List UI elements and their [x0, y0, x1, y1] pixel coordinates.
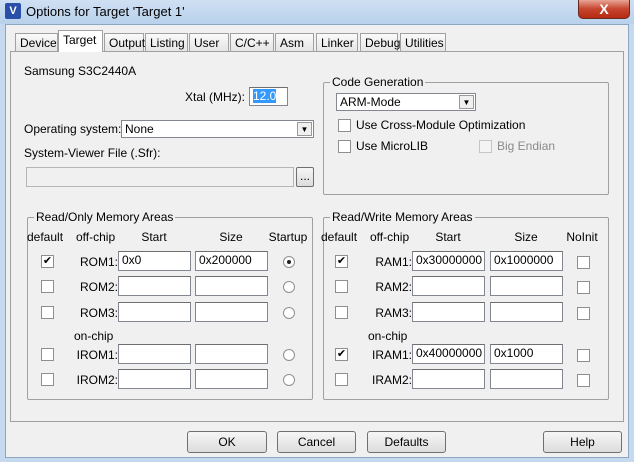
tab-output[interactable]: Output [104, 33, 145, 51]
irom1-default-checkbox[interactable] [41, 348, 54, 361]
header-start: Start [141, 230, 167, 244]
big-endian-label: Big Endian [497, 139, 556, 153]
iram1-label: IRAM1: [371, 348, 412, 362]
irom1-startup-radio[interactable] [283, 349, 295, 361]
rom2-size-input[interactable] [195, 276, 268, 296]
irom1-size-input[interactable] [195, 344, 268, 364]
rom-memory-title: Read/Only Memory Areas [34, 210, 176, 224]
ram2-noinit-checkbox[interactable] [577, 281, 590, 294]
header-start: Start [435, 230, 461, 244]
rom3-startup-radio[interactable] [283, 307, 295, 319]
header-default: default [27, 230, 64, 244]
cross-module-label: Use Cross-Module Optimization [356, 118, 526, 132]
sfr-label: System-Viewer File (.Sfr): [24, 146, 161, 160]
close-button[interactable]: X [578, 0, 630, 19]
header-size: Size [219, 230, 243, 244]
irom2-size-input[interactable] [195, 369, 268, 389]
header-offchip: off-chip [370, 230, 410, 244]
rom2-label: ROM2: [79, 280, 118, 294]
header-size: Size [514, 230, 538, 244]
irom2-start-input[interactable] [118, 369, 191, 389]
irom2-startup-radio[interactable] [283, 374, 295, 386]
ok-button[interactable]: OK [187, 431, 267, 453]
iram2-start-input[interactable] [412, 369, 485, 389]
app-icon: V [5, 3, 21, 19]
ram2-label: RAM2: [375, 280, 412, 294]
ram1-default-checkbox[interactable]: ✔ [335, 255, 348, 268]
rom1-size-input[interactable]: 0x200000 [195, 251, 268, 271]
ram2-start-input[interactable] [412, 276, 485, 296]
ram2-size-input[interactable] [490, 276, 563, 296]
ram1-noinit-checkbox[interactable] [577, 256, 590, 269]
device-name: Samsung S3C2440A [24, 64, 137, 78]
os-label: Operating system: [24, 122, 122, 136]
cancel-button[interactable]: Cancel [277, 431, 356, 453]
rom1-label: ROM1: [79, 255, 118, 269]
rom3-size-input[interactable] [195, 302, 268, 322]
rom1-startup-radio[interactable] [283, 256, 295, 268]
big-endian-checkbox[interactable] [479, 140, 492, 153]
tab-target[interactable]: Target [58, 30, 103, 52]
tab-utilities[interactable]: Utilities [400, 33, 446, 51]
cross-module-checkbox[interactable] [338, 119, 351, 132]
iram2-noinit-checkbox[interactable] [577, 374, 590, 387]
header-onchip: on-chip [74, 329, 114, 343]
rom3-label: ROM3: [79, 306, 118, 320]
iram2-label: IRAM2: [371, 373, 412, 387]
tab-device[interactable]: Device [15, 33, 58, 51]
ram3-size-input[interactable] [490, 302, 563, 322]
tab-asm[interactable]: Asm [275, 33, 314, 51]
xtal-label: Xtal (MHz): [185, 90, 245, 104]
ram3-label: RAM3: [375, 306, 412, 320]
sfr-input[interactable] [26, 167, 294, 187]
chevron-down-icon: ▼ [297, 122, 312, 136]
iram1-start-input[interactable]: 0x40000000 [412, 344, 485, 364]
irom1-start-input[interactable] [118, 344, 191, 364]
rom3-start-input[interactable] [118, 302, 191, 322]
tab-cc[interactable]: C/C++ [230, 33, 274, 51]
tab-user[interactable]: User [189, 33, 229, 51]
iram1-default-checkbox[interactable]: ✔ [335, 348, 348, 361]
microlib-label: Use MicroLIB [356, 139, 429, 153]
help-button[interactable]: Help [543, 431, 622, 453]
tab-listing[interactable]: Listing [145, 33, 188, 51]
iram1-size-input[interactable]: 0x1000 [490, 344, 563, 364]
sfr-browse-button[interactable]: ... [296, 167, 314, 187]
code-mode-select[interactable]: ARM-Mode ▼ [336, 93, 476, 111]
irom2-default-checkbox[interactable] [41, 373, 54, 386]
iram2-size-input[interactable] [490, 369, 563, 389]
rom2-startup-radio[interactable] [283, 281, 295, 293]
rom2-default-checkbox[interactable] [41, 280, 54, 293]
tab-linker[interactable]: Linker [316, 33, 358, 51]
header-noinit: NoInit [566, 230, 598, 244]
defaults-button[interactable]: Defaults [367, 431, 446, 453]
header-offchip: off-chip [76, 230, 116, 244]
ram3-start-input[interactable] [412, 302, 485, 322]
header-default: default [321, 230, 358, 244]
irom1-label: IROM1: [76, 348, 118, 362]
ram1-size-input[interactable]: 0x1000000 [490, 251, 563, 271]
rom2-start-input[interactable] [118, 276, 191, 296]
ram1-label: RAM1: [375, 255, 412, 269]
code-generation-title: Code Generation [330, 75, 426, 89]
irom2-label: IROM2: [76, 373, 118, 387]
rom1-default-checkbox[interactable]: ✔ [41, 255, 54, 268]
header-startup: Startup [268, 230, 308, 244]
header-onchip: on-chip [368, 329, 408, 343]
ram3-default-checkbox[interactable] [335, 306, 348, 319]
chevron-down-icon: ▼ [459, 95, 474, 109]
iram1-noinit-checkbox[interactable] [577, 349, 590, 362]
xtal-input[interactable]: 12.0 [249, 87, 288, 106]
iram2-default-checkbox[interactable] [335, 373, 348, 386]
ram2-default-checkbox[interactable] [335, 280, 348, 293]
microlib-checkbox[interactable] [338, 140, 351, 153]
ram1-start-input[interactable]: 0x30000000 [412, 251, 485, 271]
rom1-start-input[interactable]: 0x0 [118, 251, 191, 271]
ram-memory-title: Read/Write Memory Areas [330, 210, 475, 224]
rom3-default-checkbox[interactable] [41, 306, 54, 319]
os-select[interactable]: None ▼ [121, 120, 314, 138]
tab-debug[interactable]: Debug [360, 33, 400, 51]
ram3-noinit-checkbox[interactable] [577, 307, 590, 320]
window-title: Options for Target 'Target 1' [26, 4, 185, 19]
